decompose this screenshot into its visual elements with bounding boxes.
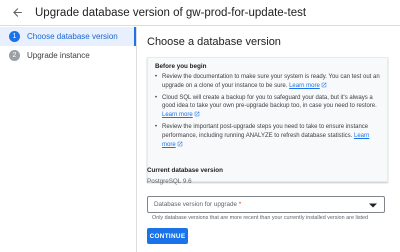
info-item: Cloud SQL will create a backup for you t… — [155, 94, 380, 120]
open-in-new-icon — [321, 82, 327, 88]
back-button[interactable] — [5, 1, 29, 25]
select-hint: Only database versions that are more rec… — [152, 215, 369, 221]
learn-more-link[interactable]: Learn more — [162, 112, 193, 118]
current-version-value: PostgreSQL 9.6 — [147, 178, 192, 185]
info-item-text: Review the documentation to make sure yo… — [162, 74, 380, 89]
card-heading: Before you begin — [155, 63, 207, 70]
learn-more-link[interactable]: Learn more — [289, 83, 320, 89]
arrow-back-icon — [12, 8, 22, 17]
page-title: Upgrade database version of gw-prod-for-… — [35, 6, 307, 19]
step-number: 1 — [9, 31, 20, 42]
step-choose-database-version[interactable]: 1 Choose database version — [0, 27, 136, 46]
info-item: Review the documentation to make sure yo… — [155, 73, 380, 91]
select-placeholder: Database version for upgrade * — [154, 201, 242, 208]
step-label: Choose database version — [27, 32, 118, 41]
page-header: Upgrade database version of gw-prod-for-… — [0, 0, 400, 26]
step-label: Upgrade instance — [27, 51, 90, 60]
stepper-sidebar: 1 Choose database version 2 Upgrade inst… — [0, 27, 137, 252]
open-in-new-icon — [194, 111, 199, 117]
info-item-text: Cloud SQL will create a backup for you t… — [162, 94, 377, 110]
info-list: Review the documentation to make sure yo… — [155, 73, 380, 149]
step-upgrade-instance[interactable]: 2 Upgrade instance — [0, 46, 136, 65]
continue-button[interactable]: CONTINUE — [147, 228, 188, 244]
section-title: Choose a database version — [147, 36, 281, 48]
dropdown-arrow-icon — [369, 203, 377, 208]
info-item-text: Review the important post-upgrade steps … — [162, 123, 369, 139]
database-version-select[interactable]: Database version for upgrade * — [147, 196, 385, 213]
open-in-new-icon — [177, 141, 182, 146]
current-version-label: Current database version — [147, 167, 223, 174]
step-number: 2 — [9, 50, 20, 61]
info-item: Review the important post-upgrade steps … — [155, 123, 380, 149]
before-you-begin-card: Before you begin Review the documentatio… — [147, 57, 388, 182]
required-mark: * — [238, 201, 242, 208]
